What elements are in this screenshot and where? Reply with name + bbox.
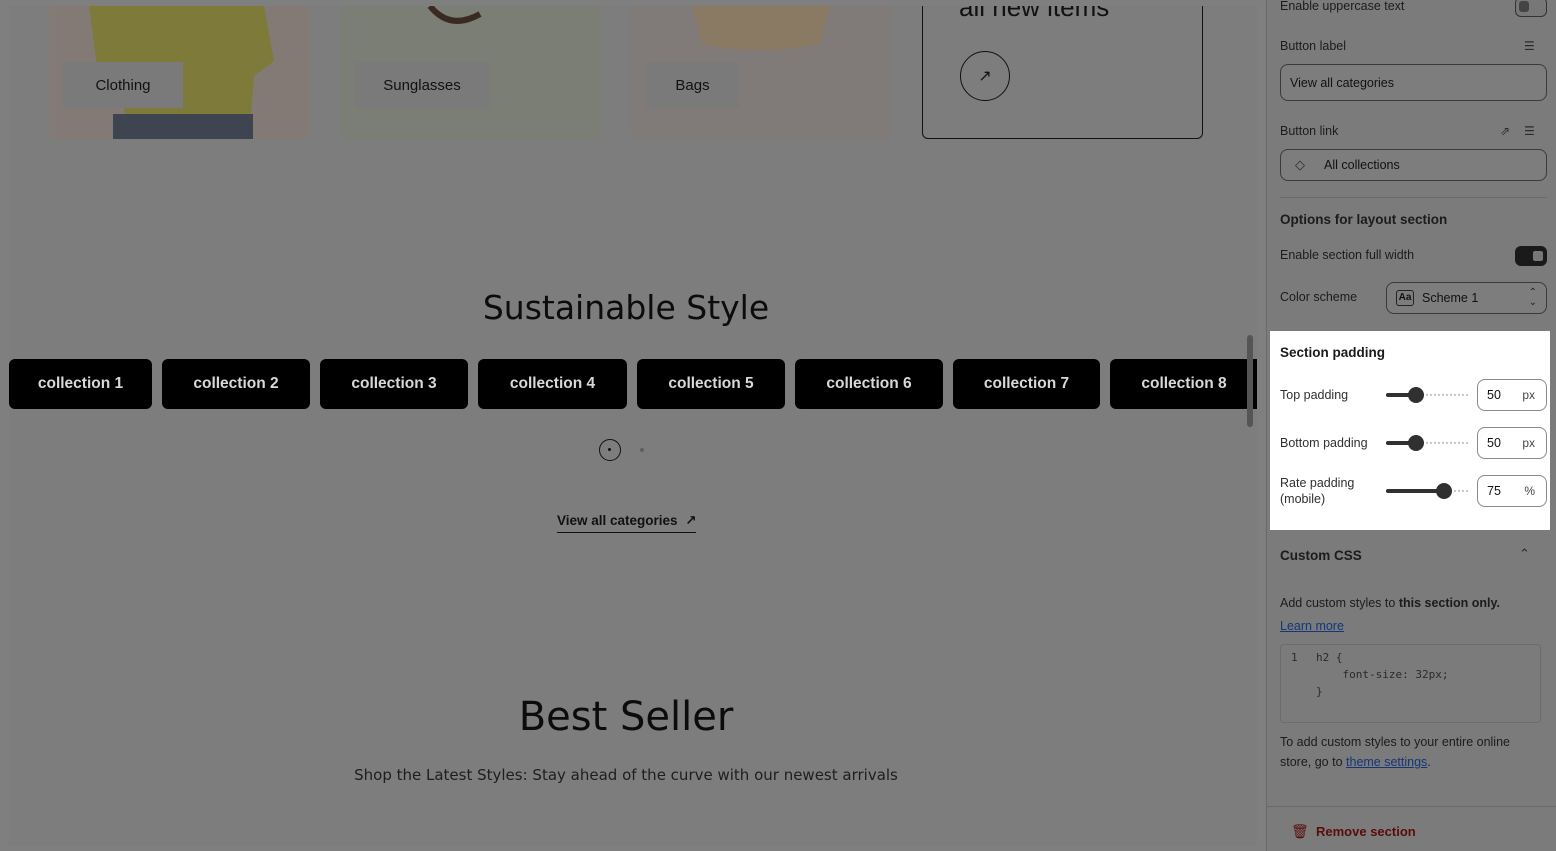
arrow-up-right-icon[interactable]: ↗ bbox=[960, 51, 1010, 101]
divider bbox=[1280, 197, 1547, 198]
category-label-clothing: Clothing bbox=[63, 62, 183, 108]
learn-more-link[interactable]: Learn more bbox=[1280, 619, 1344, 633]
carousel-dot[interactable] bbox=[640, 448, 644, 452]
database-icon[interactable]: ☰ bbox=[1524, 124, 1535, 138]
color-scheme-label: Color scheme bbox=[1280, 290, 1358, 304]
button-link-value: All collections bbox=[1324, 158, 1400, 172]
chevron-up-icon[interactable]: ⌃ bbox=[1519, 546, 1530, 562]
color-scheme-icon: Aa bbox=[1396, 290, 1414, 306]
preview-canvas: Clothing Sunglasses Bags all new items ↗… bbox=[9, 6, 1257, 846]
code-line-3: } bbox=[1316, 685, 1323, 698]
sustainable-style-title: Sustainable Style bbox=[482, 288, 770, 327]
chevron-up-down-icon: ⌃ ⌄ bbox=[1528, 287, 1537, 308]
collection-button-7[interactable]: collection 7 bbox=[953, 359, 1100, 409]
collection-button-3[interactable]: collection 3 bbox=[320, 359, 468, 409]
remove-section-bar: 🗑 Remove section bbox=[1267, 806, 1556, 851]
category-card-clothing[interactable]: Clothing bbox=[49, 6, 310, 139]
bottom-padding-label: Bottom padding bbox=[1280, 436, 1368, 450]
top-padding-label: Top padding bbox=[1280, 388, 1349, 402]
rate-padding-value: 75 bbox=[1487, 484, 1501, 498]
carousel-dot-active[interactable] bbox=[599, 439, 621, 461]
custom-css-footer-line-1: To add custom styles to your entire onli… bbox=[1280, 735, 1510, 749]
trash-icon: 🗑 bbox=[1291, 823, 1309, 839]
code-line-number: 1 bbox=[1291, 651, 1298, 664]
best-seller-title: Best Seller bbox=[518, 694, 734, 740]
top-padding-unit: px bbox=[1522, 388, 1535, 402]
code-line-1: h2 { bbox=[1316, 651, 1343, 664]
bottom-padding-unit: px bbox=[1522, 436, 1535, 450]
best-seller-subtitle: Shop the Latest Styles: Stay ahead of th… bbox=[354, 766, 898, 784]
custom-css-desc-text: Add custom styles to bbox=[1280, 596, 1399, 610]
collection-button-2[interactable]: collection 2 bbox=[162, 359, 310, 409]
rate-padding-label: Rate padding bbox=[1280, 476, 1355, 490]
category-label-sunglasses: Sunglasses bbox=[354, 62, 490, 108]
uppercase-label: Enable uppercase text bbox=[1280, 0, 1405, 13]
slider-handle[interactable] bbox=[1408, 435, 1424, 451]
new-items-card[interactable]: all new items ↗ bbox=[922, 6, 1203, 139]
color-scheme-select[interactable]: Aa Scheme 1 ⌃ ⌄ bbox=[1386, 282, 1547, 314]
custom-css-description: Add custom styles to this section only. bbox=[1280, 596, 1500, 610]
theme-settings-link[interactable]: theme settings bbox=[1346, 755, 1427, 769]
theme-preview: Clothing Sunglasses Bags all new items ↗… bbox=[0, 0, 1266, 851]
custom-css-heading: Custom CSS bbox=[1280, 548, 1362, 563]
button-label-title: Button label bbox=[1280, 39, 1347, 53]
rate-padding-label-mobile: (mobile) bbox=[1280, 492, 1326, 506]
bottom-padding-value: 50 bbox=[1487, 436, 1501, 450]
collection-button-8[interactable]: collection 8 bbox=[1110, 359, 1257, 409]
custom-css-desc-bold: this section only. bbox=[1398, 596, 1500, 610]
remove-section-button[interactable]: Remove section bbox=[1316, 824, 1416, 839]
button-link-title: Button link bbox=[1280, 124, 1339, 138]
category-card-sunglasses[interactable]: Sunglasses bbox=[340, 6, 601, 139]
view-all-categories-link[interactable]: View all categories ↗ bbox=[557, 513, 697, 533]
footer-period: . bbox=[1427, 755, 1431, 769]
css-code-editor[interactable]: 1 h2 { font-size: 32px; } bbox=[1280, 644, 1541, 723]
full-width-label: Enable section full width bbox=[1280, 248, 1415, 262]
top-padding-input[interactable]: 50 px bbox=[1477, 379, 1547, 411]
bottom-padding-slider[interactable] bbox=[1386, 435, 1469, 451]
view-all-label: View all categories bbox=[557, 513, 678, 528]
button-link-input[interactable]: ◇ All collections bbox=[1280, 149, 1547, 181]
settings-panel: Enable uppercase text Button label ☰ Vie… bbox=[1266, 0, 1556, 851]
layout-heading: Options for layout section bbox=[1280, 212, 1448, 227]
full-width-toggle[interactable] bbox=[1515, 246, 1547, 266]
arrow-up-right-icon: ↗ bbox=[681, 513, 697, 528]
category-card-bags[interactable]: Bags bbox=[630, 6, 891, 139]
custom-css-footer-line-2: store, go to theme settings. bbox=[1280, 755, 1431, 769]
code-line-2: font-size: 32px; bbox=[1316, 668, 1449, 681]
database-icon[interactable]: ☰ bbox=[1524, 39, 1535, 53]
section-padding-heading: Section padding bbox=[1280, 345, 1386, 360]
top-padding-value: 50 bbox=[1487, 388, 1501, 402]
slider-handle[interactable] bbox=[1436, 483, 1452, 499]
collection-button-5[interactable]: collection 5 bbox=[637, 359, 785, 409]
color-scheme-value: Scheme 1 bbox=[1422, 291, 1479, 305]
rate-padding-input[interactable]: 75 % bbox=[1477, 475, 1547, 507]
new-items-text: all new items bbox=[959, 6, 1110, 22]
external-link-icon[interactable]: ⇗ bbox=[1500, 124, 1510, 138]
button-label-input[interactable]: View all categories bbox=[1280, 64, 1547, 101]
uppercase-toggle[interactable] bbox=[1515, 0, 1547, 17]
rate-padding-slider[interactable] bbox=[1386, 483, 1469, 499]
bottom-padding-input[interactable]: 50 px bbox=[1477, 427, 1547, 459]
slider-handle[interactable] bbox=[1408, 387, 1424, 403]
collection-button-1[interactable]: collection 1 bbox=[9, 359, 152, 409]
top-padding-slider[interactable] bbox=[1386, 387, 1469, 403]
preview-scrollbar[interactable] bbox=[1247, 335, 1253, 427]
category-label-bags: Bags bbox=[646, 62, 739, 108]
collection-button-6[interactable]: collection 6 bbox=[795, 359, 943, 409]
footer-text-2: store, go to bbox=[1280, 755, 1347, 769]
collection-tag-icon: ◇ bbox=[1295, 157, 1305, 172]
section-padding-group: Section padding Top padding 50 px Bottom… bbox=[1270, 331, 1550, 530]
collection-button-4[interactable]: collection 4 bbox=[478, 359, 627, 409]
rate-padding-unit: % bbox=[1524, 484, 1535, 498]
